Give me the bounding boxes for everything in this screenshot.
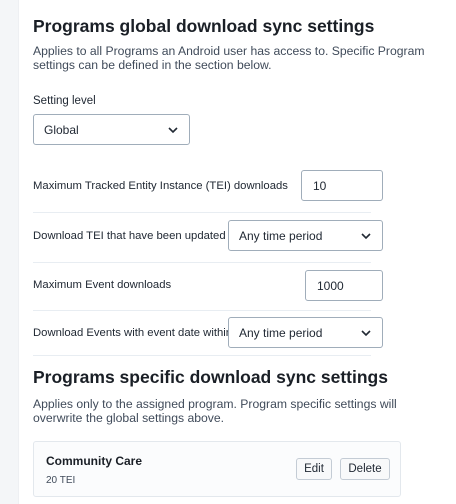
specific-section-description: Applies only to the assigned program. Pr… bbox=[33, 397, 397, 425]
global-section-title: Programs global download sync settings bbox=[33, 16, 375, 36]
divider bbox=[33, 262, 371, 263]
chevron-down-icon bbox=[361, 233, 371, 240]
settings-card: Programs global download sync settings A… bbox=[18, 0, 456, 504]
download-tei-updated-label: Download TEI that have been updated with… bbox=[33, 230, 228, 242]
max-event-downloads-input[interactable]: 1000 bbox=[305, 270, 383, 301]
chevron-down-icon bbox=[168, 127, 178, 134]
program-name: Community Care bbox=[46, 454, 143, 468]
specific-section-title: Programs specific download sync settings bbox=[33, 367, 388, 387]
setting-level-value: Global bbox=[44, 122, 79, 137]
delete-button[interactable]: Delete bbox=[340, 458, 390, 480]
download-events-period-select[interactable]: Any time period bbox=[228, 317, 383, 348]
divider bbox=[33, 355, 371, 356]
max-event-downloads-label: Maximum Event downloads bbox=[33, 279, 172, 291]
global-section-description: Applies to all Programs an Android user … bbox=[33, 44, 425, 72]
divider bbox=[33, 310, 371, 311]
program-card-community-care: Community Care 20 TEI Edit Delete bbox=[33, 441, 401, 497]
download-tei-period-value: Any time period bbox=[239, 228, 323, 243]
setting-level-select[interactable]: Global bbox=[33, 114, 190, 145]
divider bbox=[33, 212, 371, 213]
max-tei-downloads-input[interactable]: 10 bbox=[301, 170, 383, 201]
max-tei-downloads-label: Maximum Tracked Entity Instance (TEI) do… bbox=[33, 180, 288, 192]
download-events-date-label: Download Events with event date within bbox=[33, 327, 228, 339]
edit-button[interactable]: Edit bbox=[296, 458, 332, 480]
setting-level-label: Setting level bbox=[33, 95, 96, 107]
download-tei-period-select[interactable]: Any time period bbox=[228, 220, 383, 251]
download-events-period-value: Any time period bbox=[239, 325, 323, 340]
chevron-down-icon bbox=[361, 330, 371, 337]
program-tei-count: 20 TEI bbox=[46, 475, 76, 486]
